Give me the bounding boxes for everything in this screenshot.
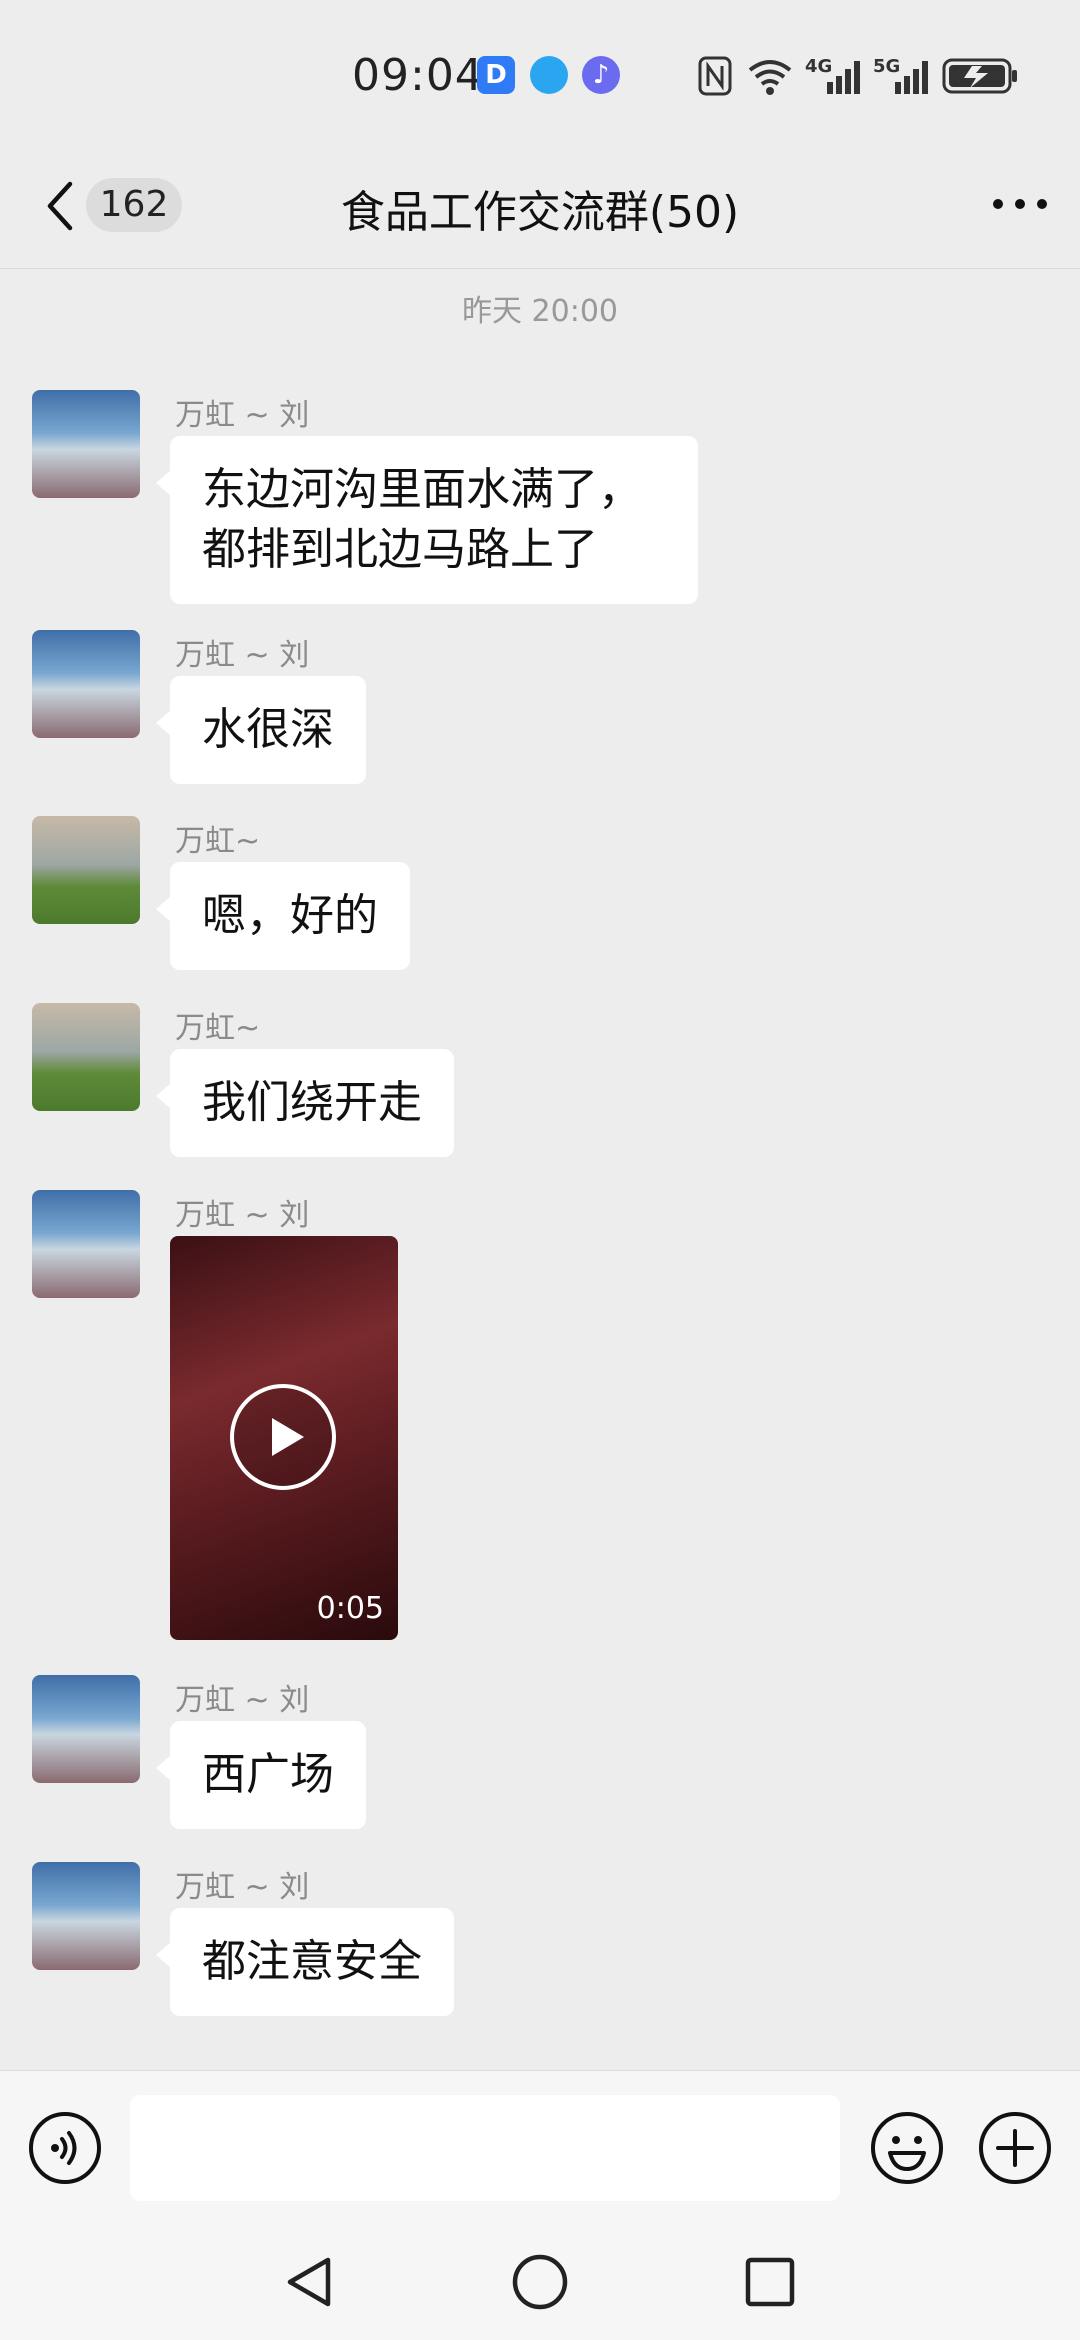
- avatar[interactable]: [32, 1003, 140, 1111]
- chat-header: 162 食品工作交流群(50): [0, 150, 1080, 269]
- status-bar: 09:04 D ♪ 4G 5G: [0, 0, 1080, 150]
- avatar[interactable]: [32, 1675, 140, 1783]
- play-icon[interactable]: [228, 1382, 338, 1492]
- avatar[interactable]: [32, 390, 140, 498]
- battery-charging-icon: [942, 58, 1017, 94]
- video-message[interactable]: 0:05: [170, 1236, 398, 1640]
- add-icon[interactable]: [978, 2111, 1052, 2185]
- sender-name: 万虹~: [175, 824, 261, 859]
- signal-5g-icon: 5G: [873, 56, 929, 96]
- system-navigation-bar: [0, 2230, 1080, 2340]
- nfc-icon: [698, 56, 732, 96]
- voice-input-icon[interactable]: [28, 2111, 102, 2185]
- message-bubble[interactable]: 西广场: [156, 1721, 366, 1829]
- app-d-icon: D: [477, 56, 515, 94]
- app-music-icon: ♪: [582, 56, 620, 94]
- sender-name: 万虹 ~ 刘: [175, 1683, 310, 1718]
- avatar[interactable]: [32, 1190, 140, 1298]
- more-options-icon[interactable]: [988, 184, 1052, 224]
- message-bubble[interactable]: 水很深: [156, 676, 366, 784]
- avatar[interactable]: [32, 1862, 140, 1970]
- signal-4g-icon: 4G: [805, 56, 861, 96]
- sender-name: 万虹 ~ 刘: [175, 638, 310, 673]
- sender-name: 万虹 ~ 刘: [175, 1870, 310, 1905]
- app-globe-icon: [530, 56, 568, 94]
- wifi-icon: [748, 60, 792, 95]
- message-bubble[interactable]: 我们绕开走: [156, 1049, 454, 1157]
- message-timestamp: 昨天 20:00: [462, 294, 618, 329]
- message-bubble[interactable]: 嗯，好的: [156, 862, 410, 970]
- sender-name: 万虹~: [175, 1011, 261, 1046]
- message-input[interactable]: [130, 2095, 840, 2201]
- input-bar: [0, 2070, 1080, 2231]
- message-bubble[interactable]: 东边河沟里面水满了，都排到北边马路上了: [156, 436, 698, 604]
- nav-home-icon[interactable]: [510, 2252, 570, 2312]
- nav-back-icon[interactable]: [280, 2252, 340, 2312]
- emoji-icon[interactable]: [870, 2111, 944, 2185]
- chat-title: 食品工作交流群(50): [340, 187, 740, 238]
- avatar[interactable]: [32, 630, 140, 738]
- status-time: 09:04: [352, 50, 484, 101]
- nav-recents-icon[interactable]: [740, 2252, 800, 2312]
- sender-name: 万虹 ~ 刘: [175, 1198, 310, 1233]
- message-bubble[interactable]: 都注意安全: [156, 1908, 454, 2016]
- video-duration: 0:05: [316, 1591, 384, 1626]
- sender-name: 万虹 ~ 刘: [175, 398, 310, 433]
- avatar[interactable]: [32, 816, 140, 924]
